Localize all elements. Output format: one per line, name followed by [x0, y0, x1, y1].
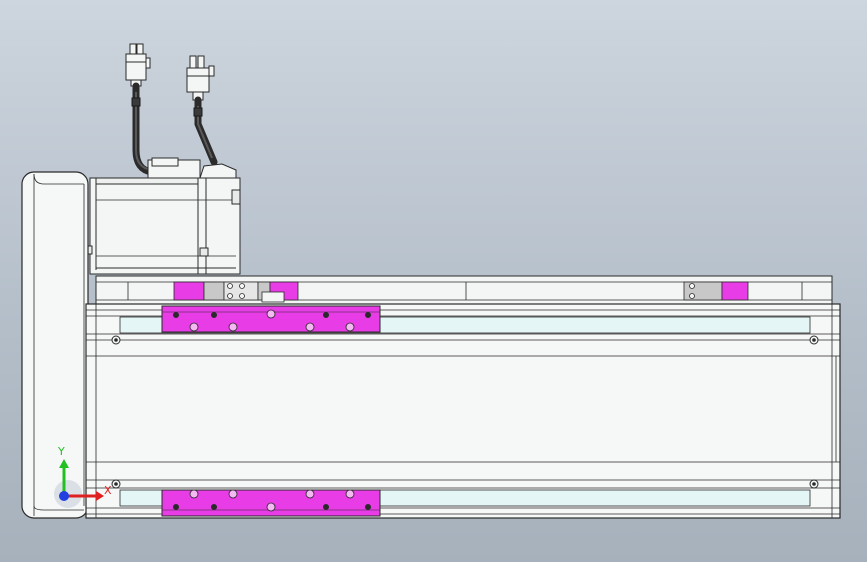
carriage-bolt — [210, 503, 217, 510]
cable-connector-left — [125, 43, 151, 87]
carriage-bolt — [364, 311, 371, 318]
frame-screw — [809, 479, 819, 489]
carriage-hole — [305, 489, 315, 499]
cad-viewport[interactable]: X Y — [0, 0, 867, 562]
carriage-hole — [305, 322, 315, 332]
triad-y-label: Y — [57, 445, 65, 458]
carriage-hole — [266, 502, 276, 512]
frame-screw — [809, 335, 819, 345]
servo-motor[interactable] — [85, 157, 241, 275]
carriage-hole — [345, 489, 355, 499]
triad-z-axis — [59, 491, 69, 501]
carriage-hole — [189, 322, 199, 332]
cable-connector-right — [186, 55, 215, 101]
carriage-hole — [266, 309, 276, 319]
carriage-bolt — [322, 311, 329, 318]
carriage-hole — [189, 489, 199, 499]
carriage-bolt — [172, 311, 179, 318]
frame-screw — [111, 335, 121, 345]
cable-assembly — [125, 43, 218, 176]
carriage-bolt — [210, 311, 217, 318]
carriage-hole — [228, 322, 238, 332]
guide-block-left[interactable] — [173, 281, 299, 303]
carriage-bolt — [172, 503, 179, 510]
guide-block-right[interactable] — [683, 281, 749, 301]
end-cap[interactable] — [21, 171, 89, 519]
carriage-hole — [228, 489, 238, 499]
carriage-bolt — [322, 503, 329, 510]
triad-x-label: X — [104, 484, 112, 497]
frame-screw — [111, 479, 121, 489]
carriage-hole — [345, 322, 355, 332]
carriage-bolt — [364, 503, 371, 510]
